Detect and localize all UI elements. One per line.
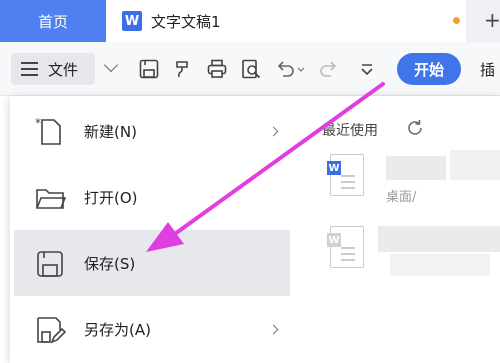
submenu-arrow-icon xyxy=(268,324,279,334)
save-icon[interactable] xyxy=(138,58,160,80)
blurred-file-path xyxy=(390,254,490,276)
file-menu-label: 文件 xyxy=(48,60,79,79)
recent-file-item[interactable]: W xyxy=(327,226,500,286)
tab-insert[interactable]: 插 xyxy=(480,59,495,80)
svg-text:*: * xyxy=(35,116,41,130)
format-painter-icon[interactable] xyxy=(172,58,194,80)
blurred-file-name xyxy=(450,150,500,180)
tab-start-label: 开始 xyxy=(413,60,444,79)
undo-icon[interactable] xyxy=(274,58,296,80)
recent-files-panel: 最近使用 W 桌面/ W xyxy=(290,96,500,363)
menu-item-save[interactable]: 保存(S) xyxy=(14,230,290,296)
menu-item-save-as-label: 另存为(A) xyxy=(84,320,151,339)
undo-dropdown-icon[interactable] xyxy=(296,58,306,80)
unsaved-indicator xyxy=(453,17,460,24)
document-title: 文字文稿1 xyxy=(151,12,221,31)
menu-item-new-label: 新建(N) xyxy=(84,122,137,141)
writer-file-icon: W xyxy=(327,226,364,268)
tab-bar: 首页 W 文字文稿1 + xyxy=(0,0,500,42)
tab-start[interactable]: 开始 xyxy=(397,53,461,85)
tab-home[interactable]: 首页 xyxy=(0,0,106,42)
new-document-icon: * xyxy=(35,116,61,145)
writer-doc-icon: W xyxy=(122,11,142,31)
new-tab-button[interactable]: + xyxy=(484,10,500,30)
save-as-icon xyxy=(37,317,66,344)
redo-icon[interactable] xyxy=(318,58,340,80)
menu-item-open-label: 打开(O) xyxy=(84,188,138,207)
submenu-arrow-icon xyxy=(268,126,279,136)
menu-item-save-label: 保存(S) xyxy=(84,254,136,273)
file-menu-list: * 新建(N) 打开(O) 保存(S) 另存为(A) xyxy=(10,96,290,363)
menu-item-save-as[interactable]: 另存为(A) xyxy=(14,296,290,362)
menu-item-new[interactable]: * 新建(N) xyxy=(14,98,290,164)
blurred-file-name xyxy=(386,156,446,180)
recent-files-title: 最近使用 xyxy=(322,123,378,139)
save-icon xyxy=(37,251,63,277)
file-menu-panel: * 新建(N) 打开(O) 保存(S) 另存为(A) 最近使用 W 桌面/ W xyxy=(10,96,500,363)
file-menu-button[interactable]: 文件 xyxy=(11,53,95,85)
folder-icon xyxy=(36,189,66,209)
refresh-icon[interactable] xyxy=(405,118,425,138)
more-dropdown-icon[interactable] xyxy=(356,58,378,80)
blurred-file-name xyxy=(378,226,500,252)
menu-item-open[interactable]: 打开(O) xyxy=(14,164,290,230)
hamburger-icon xyxy=(21,62,38,76)
recent-file-path: 桌面/ xyxy=(386,190,417,205)
writer-file-icon: W xyxy=(327,154,364,196)
tab-document[interactable]: W 文字文稿1 xyxy=(106,0,466,42)
recent-file-item[interactable]: W 桌面/ xyxy=(327,150,500,214)
tab-home-label: 首页 xyxy=(37,12,68,31)
print-icon[interactable] xyxy=(206,58,228,80)
print-preview-icon[interactable] xyxy=(240,58,262,80)
